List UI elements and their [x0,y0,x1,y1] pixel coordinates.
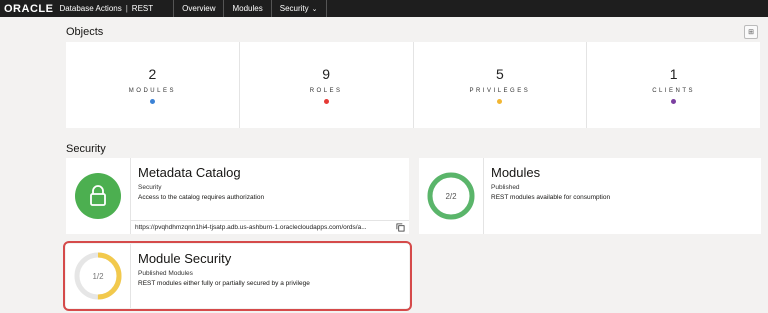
stat-value: 2 [148,66,157,82]
card-subtitle: Published [491,184,520,191]
nav-security[interactable]: Security ⌄ [270,0,327,17]
stat-label: PRIVILEGES [469,88,531,94]
nav-overview-label: Overview [182,4,216,13]
stat-value: 9 [322,66,331,82]
oracle-logo: ORACLE [4,2,54,15]
modules-card[interactable]: 2/2 Modules Published REST modules avail… [419,158,761,234]
status-dot [323,99,329,104]
nav-overview[interactable]: Overview [173,0,223,17]
copy-icon[interactable] [396,223,405,232]
card-title: Metadata Catalog [138,165,241,180]
stat-value: 5 [495,66,504,82]
stat-label: MODULES [128,88,176,94]
objects-panel: 2 MODULES 9 ROLES 5 PRIVILEGES 1 CLIENTS [66,42,760,128]
stat-label: ROLES [309,88,343,94]
security-title: Security [66,143,106,155]
top-nav: Overview Modules Security ⌄ [173,0,327,17]
lock-icon [75,173,121,219]
status-dot [497,99,503,104]
card-description: Access to the catalog requires authoriza… [138,194,265,201]
stat-privileges[interactable]: 5 PRIVILEGES [414,42,588,128]
chevron-down-icon: ⌄ [311,5,318,13]
card-description: REST modules available for consumption [491,194,611,201]
status-dot [149,99,155,104]
card-subtitle: Security [138,184,162,191]
collapse-icon[interactable]: ⊞ [744,25,758,39]
stat-value: 1 [669,66,678,82]
metadata-catalog-card[interactable]: Metadata Catalog Security Access to the … [66,158,409,234]
stat-label: CLIENTS [652,88,696,94]
card-icon-area: 2/2 [419,158,484,234]
catalog-url[interactable]: https://pvqhdhmzqnn1hi4-tjsatp.adb.us-as… [135,224,392,231]
gauge-text: 2/2 [445,192,457,201]
stat-modules[interactable]: 2 MODULES [66,42,240,128]
section-name: REST [131,4,154,13]
highlight-outline [63,241,412,311]
card-icon-area [66,158,131,234]
stat-clients[interactable]: 1 CLIENTS [587,42,760,128]
catalog-url-row: https://pvqhdhmzqnn1hi4-tjsatp.adb.us-as… [131,220,409,234]
nav-security-label: Security [279,4,309,13]
header-separator: | [125,4,128,13]
product-name: Database Actions [59,4,122,13]
card-body: Modules Published REST modules available… [484,158,761,234]
modules-gauge: 2/2 [427,172,475,220]
objects-title: Objects [66,26,104,38]
nav-modules[interactable]: Modules [223,0,270,17]
top-bar: ORACLE Database Actions | REST Overview … [0,0,768,17]
nav-modules-label: Modules [232,4,263,13]
card-title: Modules [491,165,541,180]
stat-roles[interactable]: 9 ROLES [240,42,414,128]
status-dot [671,99,677,104]
